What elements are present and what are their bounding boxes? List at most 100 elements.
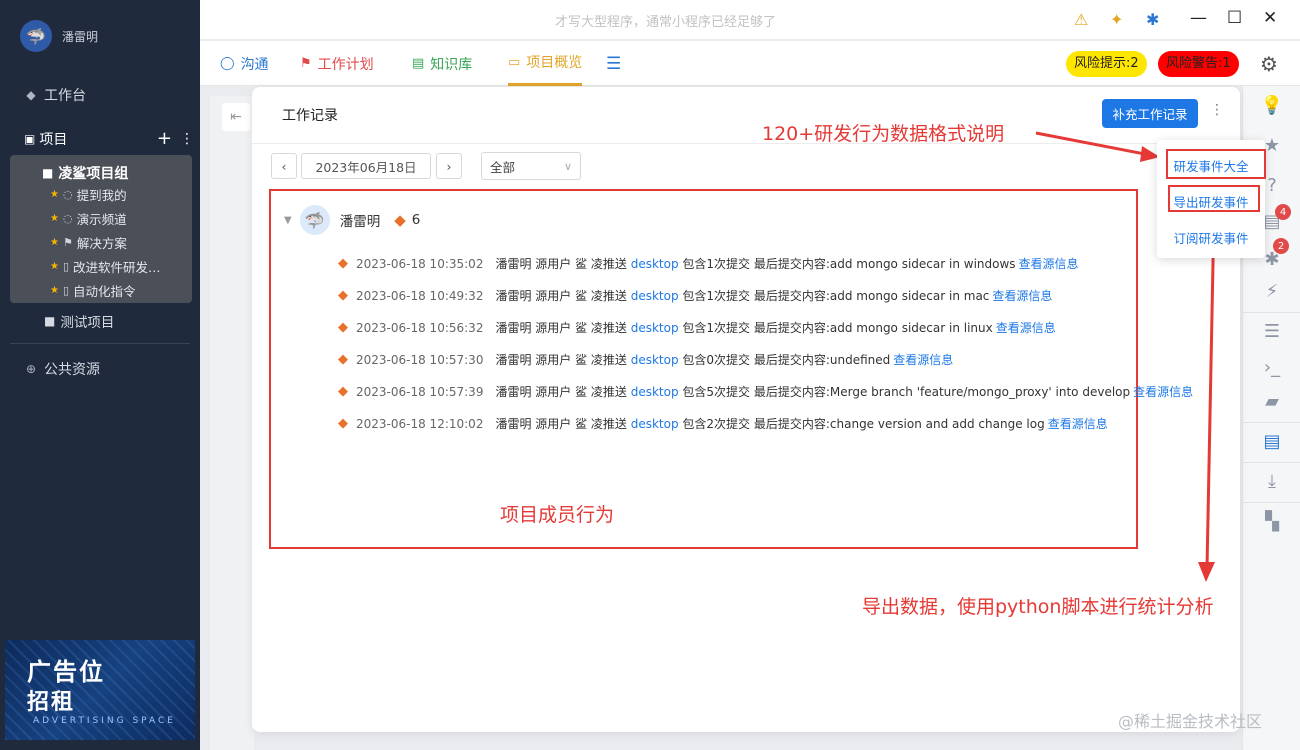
- work-record-panel: 工作记录 补充工作记录 ⋮ ‹ 2023年06月18日 › 全部 ∨ ▼ 🦈 潘…: [252, 87, 1240, 732]
- log-text: 包含0次提交 最后提交内容:undefined: [678, 353, 891, 367]
- watermark: @稀土掘金技术社区: [1118, 712, 1263, 731]
- gitlab-icon: ◆: [338, 352, 348, 367]
- maximize-icon[interactable]: ☐: [1227, 8, 1242, 28]
- view-source-link[interactable]: 查看源信息: [1048, 415, 1108, 432]
- rail-divider: [1243, 312, 1300, 313]
- sidebar: 🦈 潘雷明 ◆ 工作台 ▣ 项目 + ⋮ ■ 凌鲨项目组 ★ ◌ 提到我的 ★ ◌ 演示…: [0, 0, 200, 750]
- apps-icon[interactable]: ▚: [1259, 508, 1285, 534]
- close-icon[interactable]: ✕: [1263, 8, 1277, 28]
- log-text: 包含2次提交 最后提交内容:change version and add cha…: [678, 417, 1045, 431]
- bug-icon[interactable]: ✱: [1146, 10, 1159, 29]
- title-bar: 才写大型程序，通常小程序已经足够了 ⚠ ✦ ✱ — ☐ ✕: [200, 0, 1300, 40]
- add-work-record-button[interactable]: 补充工作记录: [1102, 99, 1198, 128]
- event-doc-icon[interactable]: ▤: [1259, 428, 1285, 454]
- sidebar-item-mentions[interactable]: ★ ◌ 提到我的: [50, 185, 127, 204]
- more-icon[interactable]: ⋮: [1210, 102, 1224, 118]
- star-icon: ★: [50, 237, 59, 248]
- risk-warning-badge[interactable]: 风险警告:1: [1158, 51, 1239, 77]
- user-profile[interactable]: 🦈 潘雷明: [20, 20, 98, 52]
- tab-label: 工作计划: [317, 56, 374, 73]
- list-item: ◆ 2023-06-18 10:49:32 潘雷明 源用户 鲨 凌推送 desk…: [338, 287, 1052, 304]
- repo-link[interactable]: desktop: [631, 257, 679, 271]
- next-date-button[interactable]: ›: [436, 153, 462, 179]
- folder-icon: ■: [44, 314, 56, 328]
- view-source-link[interactable]: 查看源信息: [1133, 383, 1193, 400]
- gitlab-icon: ◆: [394, 211, 406, 229]
- tab-knowledge-base[interactable]: ▤ 知识库: [412, 41, 472, 86]
- list-item: ◆ 2023-06-18 10:56:32 潘雷明 源用户 鲨 凌推送 desk…: [338, 319, 1056, 336]
- sidebar-item-label: 测试项目: [60, 315, 115, 331]
- bulb-icon[interactable]: 💡: [1259, 92, 1285, 118]
- more-icon[interactable]: ⋮: [180, 131, 194, 147]
- log-time: 2023-06-18 10:35:02: [356, 256, 484, 271]
- download-icon[interactable]: ⤓: [1259, 468, 1285, 494]
- sidebar-item-improve[interactable]: ★ ▯ 改进软件研发…: [50, 257, 161, 276]
- menu-item-subscribe-events[interactable]: 订阅研发事件: [1157, 228, 1265, 247]
- sidebar-item-public-resources[interactable]: ⊕ 公共资源: [24, 359, 100, 379]
- server-icon[interactable]: ☰: [1259, 318, 1285, 344]
- cube-icon: ◆: [26, 88, 36, 102]
- add-project-icon[interactable]: +: [157, 128, 172, 149]
- tab-chat[interactable]: ◯ 沟通: [220, 41, 269, 86]
- flash-icon[interactable]: ⚡: [1259, 278, 1285, 304]
- highlight-box-member-behavior: [269, 189, 1138, 549]
- chat-icon: ◌: [62, 212, 73, 225]
- folder-icon: ■: [42, 166, 54, 180]
- log-text: 潘雷明 源用户 鲨 凌推送: [495, 321, 631, 335]
- menu-item-export-events[interactable]: 导出研发事件: [1157, 192, 1265, 211]
- rail-divider: [1243, 422, 1300, 423]
- collapse-toggle-icon[interactable]: ⇤: [222, 103, 250, 131]
- panel-divider: [252, 143, 1240, 144]
- globe-icon: ⊕: [25, 362, 37, 376]
- sidebar-item-label: 公共资源: [44, 362, 100, 378]
- view-source-link[interactable]: 查看源信息: [996, 319, 1056, 336]
- member-row[interactable]: ▼ 🦈 潘雷明 ◆ 6: [284, 205, 420, 235]
- sidebar-projects-label: 项目: [39, 131, 68, 148]
- view-source-link[interactable]: 查看源信息: [992, 287, 1052, 304]
- chat-icon: ◯: [220, 56, 235, 71]
- view-source-link[interactable]: 查看源信息: [1019, 255, 1079, 272]
- repo-link[interactable]: desktop: [631, 289, 679, 303]
- sidebar-item-solutions[interactable]: ★ ⚑ 解决方案: [50, 233, 127, 252]
- project-group-title[interactable]: ■ 凌鲨项目组: [42, 163, 128, 183]
- member-event-count: 6: [411, 212, 421, 228]
- log-text: 包含1次提交 最后提交内容:add mongo sidecar in mac: [678, 289, 990, 303]
- caret-down-icon: ▼: [284, 214, 292, 226]
- sidebar-item-automation[interactable]: ★ ▯ 自动化指令: [50, 281, 136, 300]
- sidebar-item-test-project[interactable]: ■ 测试项目: [44, 311, 114, 331]
- view-source-link[interactable]: 查看源信息: [893, 351, 953, 368]
- gear-icon[interactable]: ⚙: [1260, 52, 1278, 76]
- app-title: 才写大型程序，通常小程序已经足够了: [555, 15, 777, 30]
- repo-link[interactable]: desktop: [631, 321, 679, 335]
- menu-item-event-catalog[interactable]: 研发事件大全: [1157, 156, 1265, 175]
- rail-divider: [1243, 462, 1300, 463]
- risk-hint-badge[interactable]: 风险提示:2: [1066, 51, 1147, 77]
- date-picker[interactable]: 2023年06月18日: [301, 153, 431, 179]
- list-item: ◆ 2023-06-18 10:57:39 潘雷明 源用户 鲨 凌推送 desk…: [338, 383, 1193, 400]
- ad-banner[interactable]: 广告位 招租 ADVERTISING SPACE: [5, 640, 195, 740]
- menu-icon[interactable]: ☰: [606, 41, 621, 86]
- repo-link[interactable]: desktop: [631, 353, 679, 367]
- tab-work-plan[interactable]: ⚑ 工作计划: [300, 41, 374, 86]
- prev-date-button[interactable]: ‹: [271, 153, 297, 179]
- star-icon: ★: [50, 285, 59, 296]
- log-time: 2023-06-18 12:10:02: [356, 416, 484, 431]
- sidebar-item-demo-channel[interactable]: ★ ◌ 演示频道: [50, 209, 127, 228]
- minimize-icon[interactable]: —: [1190, 8, 1207, 28]
- sidebar-item-workbench[interactable]: ◆ 工作台: [24, 85, 86, 105]
- repo-link[interactable]: desktop: [631, 417, 679, 431]
- sidebar-item-label: 演示频道: [76, 212, 127, 227]
- terminal-icon[interactable]: ›_: [1259, 354, 1285, 380]
- folder-add-icon[interactable]: ▰: [1259, 388, 1285, 414]
- filter-select[interactable]: 全部 ∨: [481, 152, 581, 180]
- sidebar-item-label: 改进软件研发…: [73, 260, 161, 275]
- avatar: 🦈: [20, 20, 52, 52]
- wand-icon[interactable]: ✦: [1110, 10, 1123, 29]
- ad-line2: 招租: [27, 690, 76, 715]
- repo-link[interactable]: desktop: [631, 385, 679, 399]
- tab-project-overview[interactable]: ▭ 项目概览: [508, 41, 583, 86]
- alarm-icon[interactable]: ⚠: [1074, 10, 1088, 29]
- log-time: 2023-06-18 10:56:32: [356, 320, 484, 335]
- username: 潘雷明: [62, 29, 99, 44]
- ad-line1: 广告位: [27, 658, 105, 686]
